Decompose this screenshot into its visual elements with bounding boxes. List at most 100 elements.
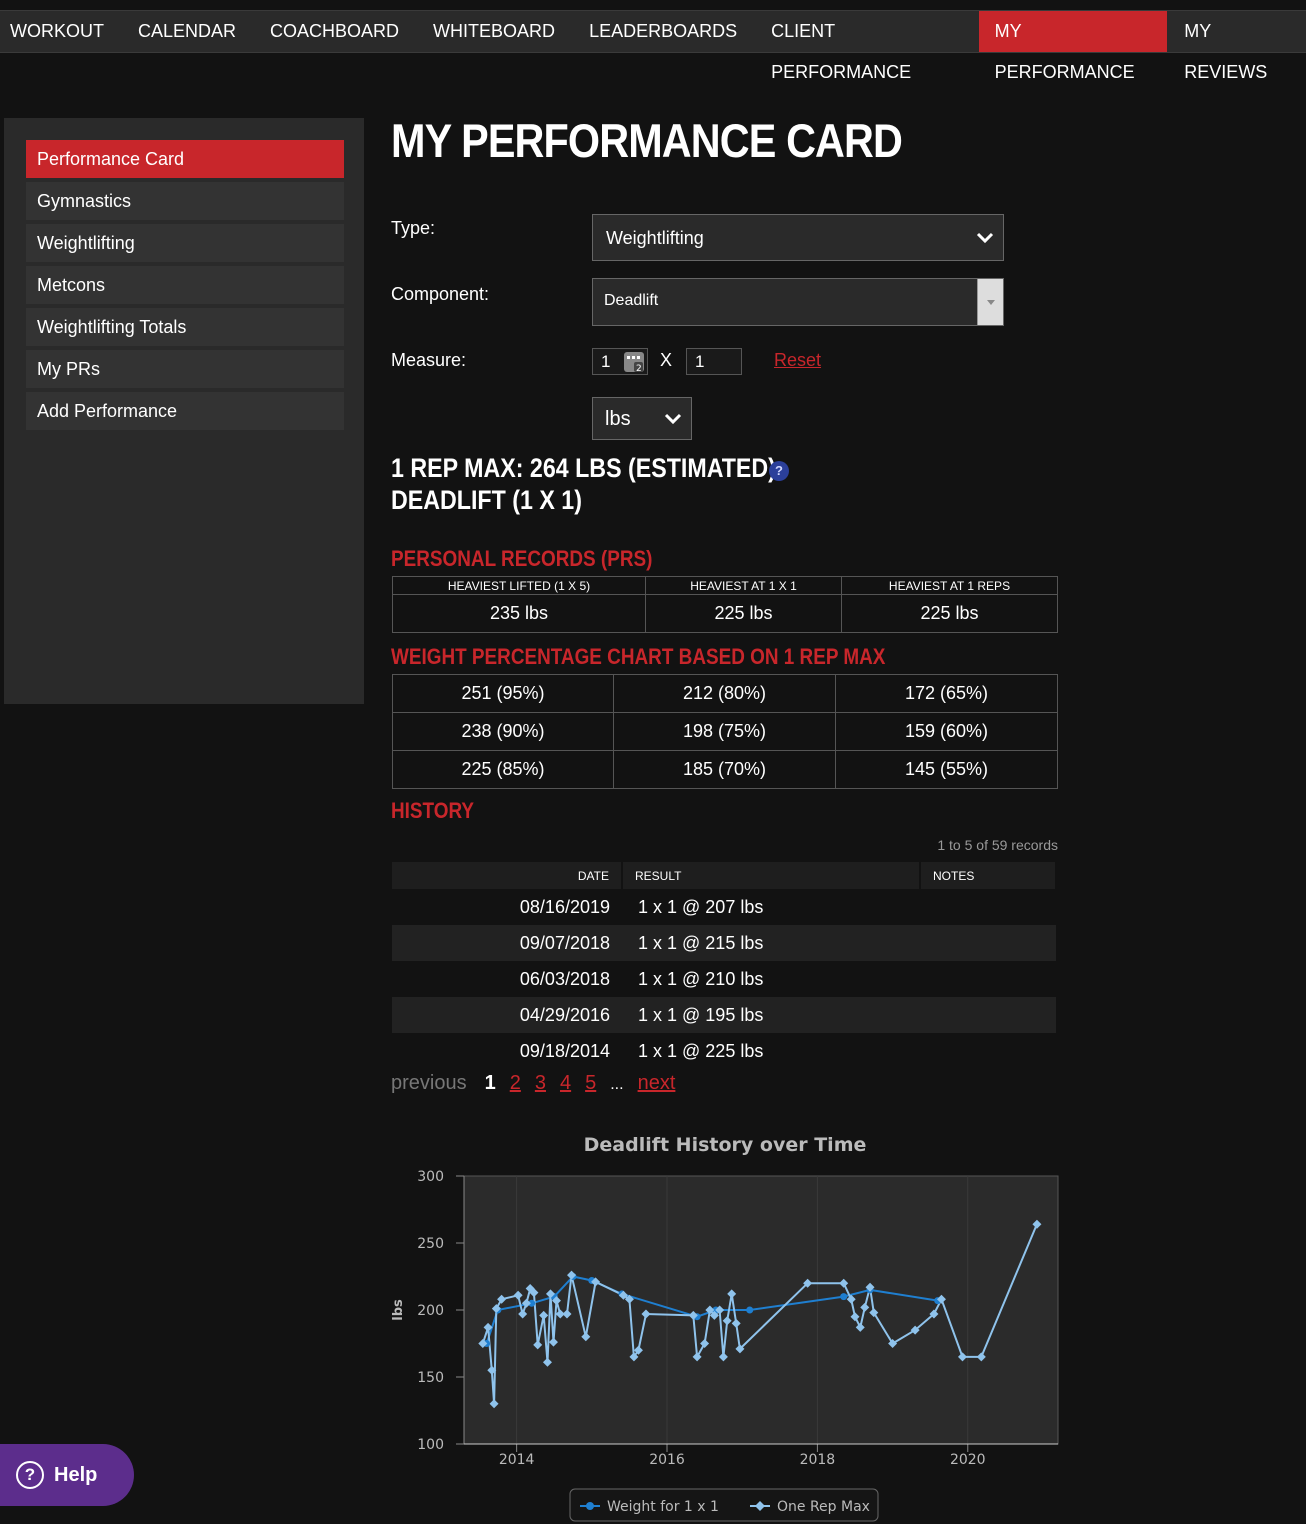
sidebar-item-metcons[interactable]: Metcons [26, 266, 344, 304]
type-select-value: Weightlifting [606, 228, 704, 248]
nav-calendar[interactable]: CALENDAR [121, 11, 253, 52]
top-nav: WORKOUT CALENDAR COACHBOARD WHITEBOARD L… [0, 10, 1306, 82]
pct-cell: 251 (95%) [392, 674, 614, 713]
row-result: 1 x 1 @ 207 lbs [638, 896, 764, 917]
x-tick-label: 2018 [800, 1452, 836, 1468]
caret-down-icon [987, 300, 995, 305]
pct-cell: 238 (90%) [392, 712, 614, 751]
row-notes [920, 925, 1056, 961]
row-notes [920, 961, 1056, 997]
prs-value: 225 lbs [645, 594, 842, 633]
y-axis-label: lbs [391, 1299, 406, 1321]
sidebar-item-weightlifting-totals[interactable]: Weightlifting Totals [26, 308, 344, 346]
help-question-icon[interactable]: ? [769, 461, 789, 481]
component-dropdown-arrow[interactable] [977, 279, 1003, 325]
pct-cell: 159 (60%) [835, 712, 1058, 751]
prs-header: HEAVIEST AT 1 REPS [841, 576, 1058, 595]
result-column-header[interactable]: RESULT [622, 862, 921, 889]
sidebar-item-add-performance[interactable]: Add Performance [26, 392, 344, 430]
prs-header: HEAVIEST AT 1 X 1 [645, 576, 842, 595]
sidebar-item-performance-card[interactable]: Performance Card [26, 140, 344, 178]
pct-cell: 172 (65%) [835, 674, 1058, 713]
page-link-4[interactable]: 4 [560, 1072, 571, 1094]
calculator-icon[interactable]: 2 [623, 351, 645, 373]
legend-label-weight: Weight for 1 x 1 [607, 1499, 719, 1515]
table-row[interactable]: 09/07/2018 1 x 1 @ 215 lbs [392, 925, 1056, 961]
pct-cell: 212 (80%) [613, 674, 836, 713]
x-tick-label: 2014 [499, 1452, 535, 1468]
one-rep-max-subheading: DEADLIFT (1 X 1) [391, 485, 582, 515]
row-result: 1 x 1 @ 225 lbs [638, 1040, 764, 1061]
pct-cell: 225 (85%) [392, 750, 614, 789]
notes-column-header[interactable]: NOTES [920, 862, 1057, 889]
unit-select[interactable]: lbs [592, 397, 692, 440]
row-notes [920, 1033, 1056, 1069]
page-title: MY PERFORMANCE CARD [391, 114, 903, 167]
pager-ellipsis: ... [610, 1076, 624, 1093]
table-row[interactable]: 09/18/2014 1 x 1 @ 225 lbs [392, 1033, 1056, 1069]
row-date: 09/07/2018 [392, 925, 622, 961]
page-link-2[interactable]: 2 [510, 1072, 521, 1094]
pct-table: 251 (95%) 212 (80%) 172 (65%) 238 (90%) … [392, 674, 1058, 789]
nav-workout[interactable]: WORKOUT [0, 11, 121, 52]
measure-reps-input[interactable]: 1 [686, 348, 742, 375]
row-date: 06/03/2018 [519, 968, 610, 989]
pct-cell: 185 (70%) [613, 750, 836, 789]
component-label: Component: [391, 284, 490, 304]
pagination: previous 1 2 3 4 5 ... next [391, 1072, 689, 1095]
measure-sets-value: 1 [601, 352, 611, 371]
row-result: 1 x 1 @ 210 lbs [638, 968, 764, 989]
pct-cell: 145 (55%) [835, 750, 1058, 789]
next-page-link[interactable]: next [638, 1072, 676, 1094]
chart-title: Deadlift History over Time [584, 1134, 867, 1156]
row-date: 04/29/2016 [392, 997, 622, 1033]
nav-my-reviews[interactable]: MY REVIEWS [1167, 11, 1306, 82]
nav-client-performance[interactable]: CLIENT PERFORMANCE [754, 11, 978, 82]
table-row[interactable]: 04/29/2016 1 x 1 @ 195 lbs [392, 997, 1056, 1033]
page-link-3[interactable]: 3 [535, 1072, 546, 1094]
y-tick-label: 150 [417, 1370, 444, 1386]
weight-series-point[interactable] [840, 1293, 848, 1301]
current-page: 1 [484, 1072, 496, 1094]
table-row[interactable]: 08/16/2019 1 x 1 @ 207 lbs [392, 889, 1056, 925]
chevron-down-icon [664, 413, 682, 425]
nav-coachboard[interactable]: COACHBOARD [253, 11, 416, 52]
question-icon: ? [16, 1461, 44, 1489]
date-column-header[interactable]: DATE [392, 862, 623, 889]
history-heading: HISTORY [391, 798, 475, 823]
help-button[interactable]: ? Help [0, 1444, 134, 1506]
component-select[interactable]: Deadlift [592, 278, 1004, 326]
row-date: 08/16/2019 [519, 896, 610, 917]
type-select[interactable]: Weightlifting [592, 214, 1004, 261]
nav-leaderboards[interactable]: LEADERBOARDS [572, 11, 754, 52]
nav-whiteboard[interactable]: WHITEBOARD [416, 11, 572, 52]
sidebar-item-my-prs[interactable]: My PRs [26, 350, 344, 388]
type-label: Type: [391, 218, 436, 238]
previous-page-link[interactable]: previous [391, 1072, 467, 1095]
svg-text:2: 2 [636, 364, 642, 373]
component-select-value: Deadlift [604, 292, 659, 309]
reset-link[interactable]: Reset [774, 350, 821, 371]
measure-sets-input[interactable]: 1 2 [592, 348, 648, 375]
row-result: 1 x 1 @ 195 lbs [622, 997, 920, 1033]
y-tick-label: 300 [417, 1169, 444, 1185]
sidebar-item-weightlifting[interactable]: Weightlifting [26, 224, 344, 262]
row-result: 1 x 1 @ 215 lbs [622, 925, 920, 961]
table-row[interactable]: 06/03/2018 1 x 1 @ 210 lbs [392, 961, 1056, 997]
x-tick-label: 2016 [649, 1452, 685, 1468]
prs-table: HEAVIEST LIFTED (1 X 5) HEAVIEST AT 1 X … [392, 576, 1058, 633]
sidebar-item-gymnastics[interactable]: Gymnastics [26, 182, 344, 220]
plot-area [463, 1175, 1059, 1445]
chevron-down-icon [976, 232, 994, 244]
y-tick-label: 100 [417, 1437, 444, 1453]
unit-select-value: lbs [605, 408, 631, 430]
page-link-5[interactable]: 5 [585, 1072, 596, 1094]
prs-heading: PERSONAL RECORDS (PRS) [391, 546, 653, 571]
weight-series-point[interactable] [746, 1306, 754, 1314]
row-notes [920, 997, 1056, 1033]
y-tick-label: 200 [417, 1303, 444, 1319]
prs-value: 225 lbs [841, 594, 1058, 633]
nav-my-performance[interactable]: MY PERFORMANCE [978, 11, 1168, 82]
measure-x-separator: X [660, 350, 673, 370]
prs-value: 235 lbs [392, 594, 646, 633]
